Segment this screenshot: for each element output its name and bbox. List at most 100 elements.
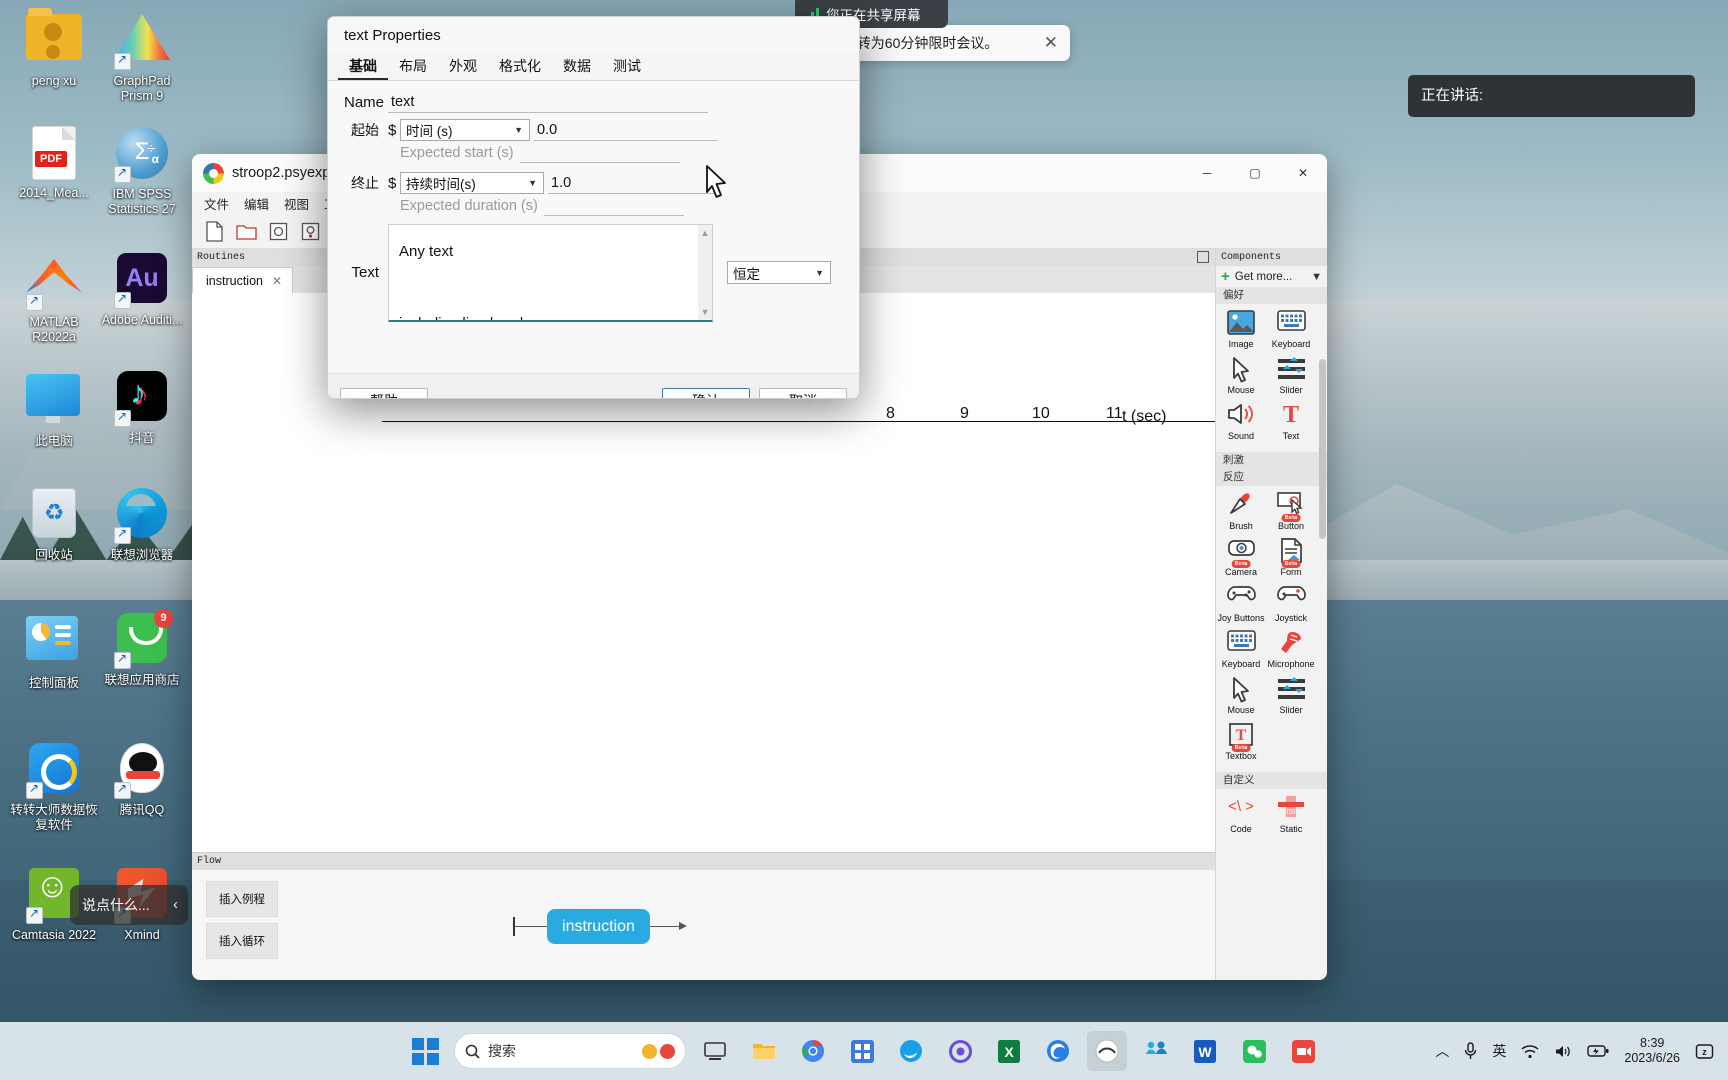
desktop-icon-data-recovery[interactable]: 转转大师数据恢复软件 [8,740,100,832]
component-brush[interactable]: Brush [1216,492,1266,531]
volume-icon[interactable] [1554,1044,1572,1059]
scroll-down-icon[interactable]: ▼ [701,307,710,317]
component-joy-buttons[interactable]: Joy Buttons [1216,584,1266,623]
qq-meeting-button[interactable] [1283,1031,1323,1071]
expected-duration-input[interactable] [543,195,684,216]
desktop-icon-matlab[interactable]: MATLAB R2022a [8,250,100,344]
mic-icon[interactable] [1464,1042,1477,1060]
desktop-icon-douyin[interactable]: 抖音 [96,368,188,446]
name-input[interactable] [388,92,708,113]
desktop-icon-peng-xu[interactable]: peng xu [8,8,100,89]
ok-button[interactable]: 确认 [662,387,750,398]
filter-icon[interactable]: ▼ [1311,271,1322,283]
text-textarea[interactable] [389,225,698,320]
stop-value-input[interactable] [548,172,718,194]
taskbar-clock[interactable]: 8:39 2023/6/26 [1624,1036,1680,1066]
panel-restore-icon[interactable] [1197,251,1209,263]
component-image[interactable]: Image [1216,310,1266,349]
close-icon[interactable]: ✕ [272,274,282,288]
windows-start-button[interactable] [405,1031,445,1071]
component-keyboard[interactable]: Keyboard [1266,310,1316,349]
component-form[interactable]: Beta Form [1266,538,1316,577]
chevron-left-icon[interactable]: ‹ [173,885,178,925]
component-keyboard-2[interactable]: Keyboard [1216,630,1266,669]
desktop-icon-pdf-2014[interactable]: PDF 2014_Mea... [8,125,100,201]
component-joystick[interactable]: Joystick [1266,584,1316,623]
chrome-button[interactable] [793,1031,833,1071]
lenovo-browser-button[interactable] [891,1031,931,1071]
text-update-mode-select[interactable]: 恒定 ▼ [727,261,831,284]
taskbar-search-box[interactable]: 搜索 [454,1033,686,1069]
wifi-icon[interactable] [1521,1044,1539,1059]
file-explorer-button[interactable] [744,1031,784,1071]
word-button[interactable]: W [1185,1031,1225,1071]
close-button[interactable]: ✕ [1279,154,1327,192]
component-static[interactable]: ISI Static [1266,795,1316,834]
component-camera[interactable]: Beta Camera [1216,538,1266,577]
component-mouse-2[interactable]: Mouse [1216,676,1266,715]
desktop-icon-adobe-audition[interactable]: Au Adobe Auditi... [96,250,188,328]
start-value-input[interactable] [534,119,718,141]
ime-indicator[interactable]: 英 [1492,1041,1506,1061]
tab-testing[interactable]: 测试 [602,53,652,80]
desktop-icon-control-panel[interactable]: 控制面板 [8,610,100,691]
desktop-icon-ibm-spss[interactable]: Σα÷ IBM SPSS Statistics 27 [96,125,188,216]
teams-button[interactable] [1136,1031,1176,1071]
excel-button[interactable]: X [989,1031,1029,1071]
desktop-icon-graphpad-prism[interactable]: GraphPad Prism 9 [96,8,188,103]
cancel-button[interactable]: 取消 [759,387,847,398]
component-code[interactable]: <\ > Code [1216,795,1266,834]
firefox-button[interactable] [1038,1031,1078,1071]
task-view-button[interactable] [695,1031,735,1071]
desktop-icon-this-pc[interactable]: 此电脑 [8,368,100,449]
tab-layout[interactable]: 布局 [388,53,438,80]
component-microphone[interactable]: Microphone [1266,630,1316,669]
tab-data[interactable]: 数据 [552,53,602,80]
text-properties-dialog: text Properties 基础 布局 外观 格式化 数据 测试 Name … [327,16,860,399]
help-button[interactable]: 帮助 [340,387,428,398]
tab-appearance[interactable]: 外观 [438,53,488,80]
menu-view[interactable]: 视图 [284,194,309,213]
menu-file[interactable]: 文件 [204,194,229,213]
expected-start-input[interactable] [519,142,680,163]
menu-edit[interactable]: 编辑 [244,194,269,213]
scroll-up-icon[interactable]: ▲ [701,228,710,238]
components-scrollbar[interactable] [1319,359,1326,539]
insert-loop-button[interactable]: 插入循环 [206,923,278,959]
get-more-components-button[interactable]: + Get more... ▼ [1216,266,1327,287]
notification-icon[interactable]: z [1695,1042,1714,1061]
flow-routine-instruction[interactable]: instruction [547,909,650,944]
desktop-icon-lenovo-browser[interactable]: 联想浏览器 [96,485,188,563]
loop-button[interactable] [940,1031,980,1071]
desktop-icon-tencent-qq[interactable]: 腾讯QQ [96,740,188,818]
component-sound[interactable]: Sound [1216,402,1266,441]
save-as-icon[interactable] [298,219,323,244]
new-file-icon[interactable] [202,219,227,244]
close-icon[interactable]: ✕ [1044,33,1058,53]
battery-icon[interactable] [1587,1044,1609,1058]
insert-routine-button[interactable]: 插入例程 [206,881,278,917]
minimize-button[interactable]: ─ [1183,154,1231,192]
say-something-bubble[interactable]: 说点什么... ‹ [70,885,188,925]
desktop-icon-recycle-bin[interactable]: 回收站 [8,485,100,563]
component-slider-2[interactable]: Slider [1266,676,1316,715]
psychopy-button[interactable] [1087,1031,1127,1071]
desktop-icon-lenovo-store[interactable]: 9 联想应用商店 [96,609,188,688]
textarea-scrollbar[interactable]: ▲ ▼ [698,225,712,320]
wechat-work-button[interactable] [1234,1031,1274,1071]
component-text[interactable]: T Text [1266,402,1316,441]
maximize-button[interactable]: ▢ [1231,154,1279,192]
lenovo-store-button[interactable] [842,1031,882,1071]
component-textbox[interactable]: T Beta Textbox [1216,722,1266,761]
chevron-up-icon[interactable]: ︿ [1435,1041,1449,1061]
tab-formatting[interactable]: 格式化 [488,53,552,80]
routine-tab-instruction[interactable]: instruction ✕ [192,267,294,293]
save-icon[interactable] [266,219,291,244]
component-button[interactable]: Beta Button [1266,492,1316,531]
stop-mode-select[interactable]: 持续时间(s) ▼ [400,172,544,194]
tab-basic[interactable]: 基础 [338,53,388,80]
component-slider[interactable]: Slider [1266,356,1316,395]
component-mouse[interactable]: Mouse [1216,356,1266,395]
start-mode-select[interactable]: 时间 (s) ▼ [400,119,530,141]
open-folder-icon[interactable] [234,219,259,244]
